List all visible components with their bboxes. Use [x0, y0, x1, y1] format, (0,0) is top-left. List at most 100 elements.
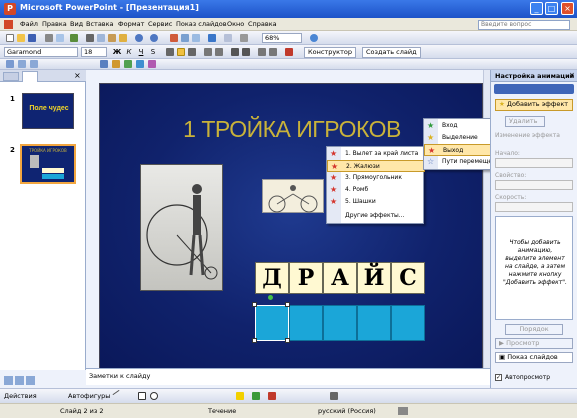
add-effect-button[interactable]: ★ Добавить эффект	[495, 99, 573, 111]
resize-handle-tr[interactable]	[285, 302, 290, 307]
help-icon[interactable]	[310, 34, 318, 42]
animation-icon[interactable]	[6, 60, 14, 68]
line-icon[interactable]	[112, 389, 120, 396]
menu-file[interactable]: Файл	[20, 20, 38, 28]
slide-thumbnail-2[interactable]: ТРОЙКА ИГРОКОВ	[20, 144, 76, 184]
slide-thumbnail-1[interactable]: Поле чудес	[22, 93, 74, 129]
open-icon[interactable]	[17, 34, 25, 42]
font-select[interactable]: Garamond	[4, 47, 78, 57]
tab-outline[interactable]	[3, 72, 19, 81]
actions-menu[interactable]: Действия	[4, 392, 37, 400]
slide-scrollbar[interactable]	[483, 70, 490, 368]
undo-icon[interactable]	[135, 34, 143, 42]
decrease-indent-icon[interactable]	[258, 48, 266, 56]
rotate-handle[interactable]	[268, 295, 273, 300]
line-color-icon[interactable]	[252, 392, 260, 400]
align-center-icon[interactable]	[177, 48, 185, 56]
sorter-view-icon[interactable]	[15, 376, 24, 385]
effect-blinds[interactable]: ★ 2. Жалюзи	[327, 160, 425, 172]
font-color-draw-icon[interactable]	[268, 392, 276, 400]
notes-pane[interactable]: Заметки к слайду	[86, 368, 490, 385]
font-size-select[interactable]: 18	[81, 47, 107, 57]
print-icon[interactable]	[45, 34, 53, 42]
text-box-icon[interactable]	[100, 60, 108, 68]
play-button[interactable]: ▶ Просмотр	[495, 338, 573, 349]
rectangle-icon[interactable]	[138, 392, 146, 400]
slide-layout-icon[interactable]	[18, 60, 26, 68]
close-pane-icon[interactable]: ×	[74, 71, 81, 80]
ask-question-input[interactable]: Введите вопрос	[478, 20, 570, 30]
bicycle-picture[interactable]	[262, 179, 324, 213]
effect-box[interactable]: ★ 3. Прямоугольник	[327, 172, 425, 184]
cover-cell-3[interactable]	[323, 305, 357, 341]
spelling-icon[interactable]	[70, 34, 78, 42]
letter-cell-4[interactable]: Й	[357, 262, 391, 294]
numbering-icon[interactable]	[204, 48, 212, 56]
align-right-icon[interactable]	[188, 48, 196, 56]
letter-cell-1[interactable]: Д	[255, 262, 289, 294]
new-icon[interactable]	[6, 34, 14, 42]
menu-slideshow[interactable]: Показ слайдов	[176, 20, 227, 28]
resize-handle-br[interactable]	[285, 338, 290, 343]
slideshow-view-icon[interactable]	[26, 376, 35, 385]
picture-icon[interactable]	[136, 60, 144, 68]
bullets-icon[interactable]	[215, 48, 223, 56]
normal-view-icon[interactable]	[4, 376, 13, 385]
cut-icon[interactable]	[86, 34, 94, 42]
shadow-style-icon[interactable]	[330, 392, 338, 400]
paste-icon[interactable]	[108, 34, 116, 42]
increase-indent-icon[interactable]	[269, 48, 277, 56]
property-select[interactable]	[495, 180, 573, 190]
diagram-icon[interactable]	[148, 60, 156, 68]
save-icon[interactable]	[28, 34, 36, 42]
expand-icon[interactable]	[224, 34, 232, 42]
menu-window[interactable]: Окно	[227, 20, 244, 28]
resize-handle-tl[interactable]	[252, 302, 257, 307]
tab-slides[interactable]	[22, 71, 38, 82]
menu-help[interactable]: Справка	[248, 20, 277, 28]
letter-cell-2[interactable]: Р	[289, 262, 323, 294]
cyclist-photo[interactable]	[140, 164, 223, 291]
letter-cell-5[interactable]: С	[391, 262, 425, 294]
format-painter-icon[interactable]	[119, 34, 127, 42]
table-icon[interactable]	[181, 34, 189, 42]
autoshapes-menu[interactable]: Автофигуры	[68, 392, 110, 400]
effect-checkerboard[interactable]: ★ 5. Шашки	[327, 196, 425, 208]
fill-color-icon[interactable]	[236, 392, 244, 400]
wordart-icon[interactable]	[112, 60, 120, 68]
hyperlink-icon[interactable]	[208, 34, 216, 42]
effect-diamond[interactable]: ★ 4. Ромб	[327, 184, 425, 196]
preview-icon[interactable]	[56, 34, 64, 42]
speed-select[interactable]	[495, 202, 573, 212]
table-grid-icon[interactable]	[192, 34, 200, 42]
resize-handle-bl[interactable]	[252, 338, 257, 343]
menu-edit[interactable]: Правка	[42, 20, 67, 28]
menu-format[interactable]: Формат	[118, 20, 144, 28]
zoom-select[interactable]: 68%	[262, 33, 302, 43]
animation-list[interactable]: Чтобы добавить анимацию, выделите элемен…	[495, 216, 573, 320]
maximize-button[interactable]: □	[545, 2, 558, 15]
autopreview-checkbox[interactable]: ✓	[495, 374, 502, 381]
menu-insert[interactable]: Вставка	[86, 20, 114, 28]
redo-icon[interactable]	[150, 34, 158, 42]
italic-icon[interactable]: К	[124, 47, 134, 57]
transition-icon[interactable]	[30, 60, 38, 68]
close-button[interactable]: ×	[561, 2, 574, 15]
decrease-font-icon[interactable]	[242, 48, 250, 56]
align-left-icon[interactable]	[166, 48, 174, 56]
menu-view[interactable]: Вид	[70, 20, 83, 28]
copy-icon[interactable]	[97, 34, 105, 42]
font-color-icon[interactable]	[285, 48, 293, 56]
cover-cell-5[interactable]	[391, 305, 425, 341]
letter-cell-3[interactable]: А	[323, 262, 357, 294]
cover-cell-1[interactable]	[255, 305, 289, 341]
close-pane-icon[interactable]: ×	[569, 71, 575, 79]
menu-tools[interactable]: Сервис	[148, 20, 172, 28]
new-slide-button[interactable]: Создать слайд	[362, 47, 421, 58]
color-grayscale-icon[interactable]	[240, 34, 248, 42]
minimize-button[interactable]: _	[530, 2, 543, 15]
start-select[interactable]	[495, 158, 573, 168]
clipart-icon[interactable]	[124, 60, 132, 68]
bold-icon[interactable]: Ж	[112, 47, 122, 57]
reorder-button[interactable]: Порядок	[505, 324, 563, 335]
